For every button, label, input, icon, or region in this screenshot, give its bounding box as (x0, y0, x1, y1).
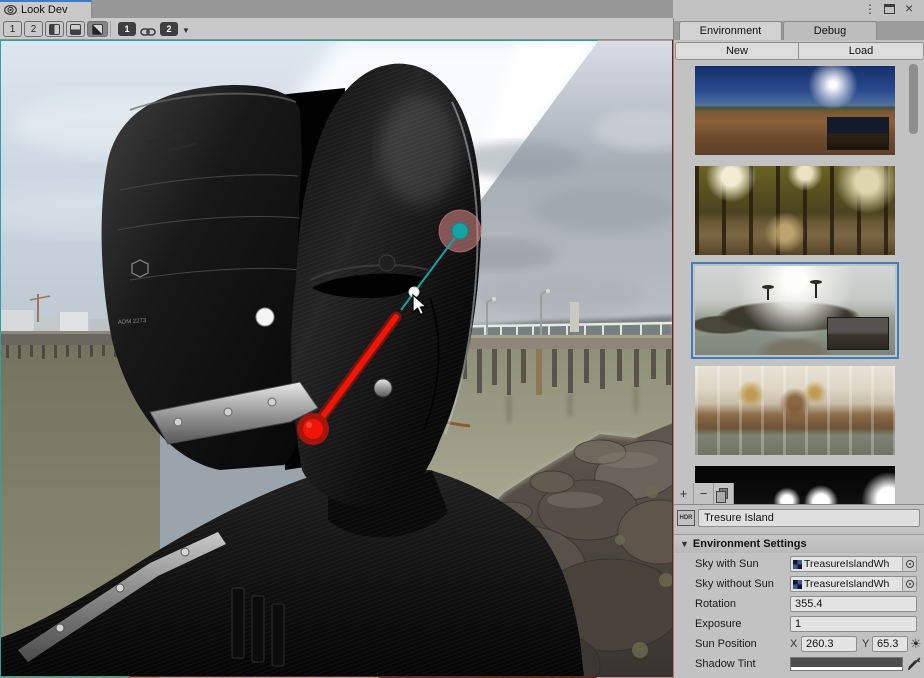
rotation-value: 355.4 (791, 598, 823, 610)
object-picker-button[interactable] (902, 557, 916, 571)
object-picker-icon (906, 560, 914, 568)
tab-look-dev-label: Look Dev (21, 4, 67, 16)
rotation-input[interactable]: 355.4 (790, 596, 917, 612)
close-icon[interactable]: × (905, 1, 913, 15)
sky-with-sun-row: Sky with Sun TreasureIslandWh (674, 556, 924, 573)
split-zone-view-button[interactable] (87, 21, 108, 37)
render-view[interactable]: ADM 2273 (0, 40, 673, 678)
exposure-value: 1 (791, 618, 801, 630)
camera-1-button[interactable]: 1 (118, 22, 136, 36)
env-thumbnail-outback[interactable] (695, 66, 895, 155)
sky-without-sun-value: TreasureIslandWh (802, 578, 902, 590)
maximize-icon[interactable] (884, 4, 895, 14)
chevron-down-icon[interactable]: ▼ (182, 26, 190, 35)
remove-environment-button[interactable]: − (694, 483, 714, 504)
duplicate-environment-button[interactable] (714, 483, 734, 504)
object-picker-icon (906, 580, 914, 588)
duplicate-icon (719, 488, 728, 499)
environment-settings-foldout[interactable]: ▼ Environment Settings (674, 534, 924, 553)
environment-name-input[interactable]: Tresure Island (698, 509, 920, 527)
sun-y-label: Y (862, 638, 869, 650)
sun-y-input[interactable]: 65.3 (872, 636, 908, 652)
side-by-side-view-button[interactable] (45, 21, 64, 37)
env-list-buttons: + − (674, 483, 734, 504)
shadow-tint-color-field[interactable] (790, 657, 903, 671)
vertical-split-icon (49, 24, 60, 35)
shadow-tint-row: Shadow Tint (674, 656, 924, 673)
tab-look-dev[interactable]: Look Dev (0, 0, 92, 18)
camera-2-button[interactable]: 2 (160, 22, 178, 36)
sun-x-input[interactable]: 260.3 (801, 636, 857, 652)
cubemap-icon (793, 560, 802, 569)
palm-tree (815, 284, 817, 298)
divider (674, 504, 924, 505)
load-button[interactable]: Load (798, 42, 924, 60)
toolbar-separator (110, 21, 111, 37)
palm-tree (767, 289, 769, 300)
cubemap-icon (793, 580, 802, 589)
diagonal-split-icon (92, 24, 103, 35)
eye-icon (4, 5, 17, 15)
lookdev-viewport[interactable]: ADM 2273 (0, 40, 673, 678)
rotation-row: Rotation 355.4 (674, 596, 924, 613)
foldout-arrow-icon: ▼ (680, 539, 689, 549)
white-bolt (256, 308, 274, 326)
env-thumbnail-treasure-island[interactable] (695, 266, 895, 355)
sun-x-label: X (790, 638, 797, 650)
sun-x-value: 260.3 (806, 638, 834, 650)
exposure-label: Exposure (695, 618, 741, 630)
tab-debug[interactable]: Debug (783, 21, 877, 40)
sky-with-sun-value: TreasureIslandWh (802, 558, 902, 570)
link-icon (140, 27, 156, 37)
exposure-input[interactable]: 1 (790, 616, 917, 632)
sun-y-value: 65.3 (877, 638, 898, 650)
settings-header-label: Environment Settings (693, 538, 807, 550)
single-view-2-button[interactable]: 2 (24, 21, 43, 37)
sky-with-sun-object-field[interactable]: TreasureIslandWh (790, 556, 917, 572)
exposure-row: Exposure 1 (674, 616, 924, 633)
env-thumbnail-church[interactable] (695, 366, 895, 455)
rotation-label: Rotation (695, 598, 736, 610)
sun-position-row: Sun Position X 260.3 Y 65.3 ☀ (674, 636, 924, 653)
window-menu-icon[interactable]: ⋮ (864, 2, 875, 16)
sky-without-sun-object-field[interactable]: TreasureIslandWh (790, 576, 917, 592)
sky-with-sun-label: Sky with Sun (695, 558, 759, 570)
hdr-badge: HDR (677, 510, 695, 526)
eyedropper-icon[interactable] (908, 657, 921, 675)
env-thumbnail-inset (827, 317, 889, 350)
sky-without-sun-label: Sky without Sun (695, 578, 774, 590)
gizmo-teal-handle[interactable] (452, 223, 468, 239)
object-picker-button[interactable] (902, 577, 916, 591)
new-button[interactable]: New (675, 42, 799, 60)
env-thumbnail-inset (827, 117, 889, 150)
split-horizontal-view-button[interactable] (66, 21, 85, 37)
sun-position-label: Sun Position (695, 638, 757, 650)
panel-tab-strip: Environment Debug (674, 21, 924, 40)
lookdev-toolbar: 1 2 1 2 ▼ (0, 18, 673, 40)
add-environment-button[interactable]: + (674, 483, 694, 504)
sky-without-sun-row: Sky without Sun TreasureIslandWh (674, 576, 924, 593)
shadow-tint-label: Shadow Tint (695, 658, 756, 670)
env-thumbnail-forest[interactable] (695, 166, 895, 255)
environment-panel: Environment Debug New Load + − HDR Tresu… (673, 18, 924, 678)
alpha-bar (791, 667, 902, 670)
tab-environment[interactable]: Environment (679, 21, 782, 40)
horizontal-split-icon (70, 24, 81, 35)
single-view-1-button[interactable]: 1 (3, 21, 22, 37)
scrollbar-thumb[interactable] (909, 64, 918, 134)
sun-icon[interactable]: ☀ (910, 636, 922, 652)
